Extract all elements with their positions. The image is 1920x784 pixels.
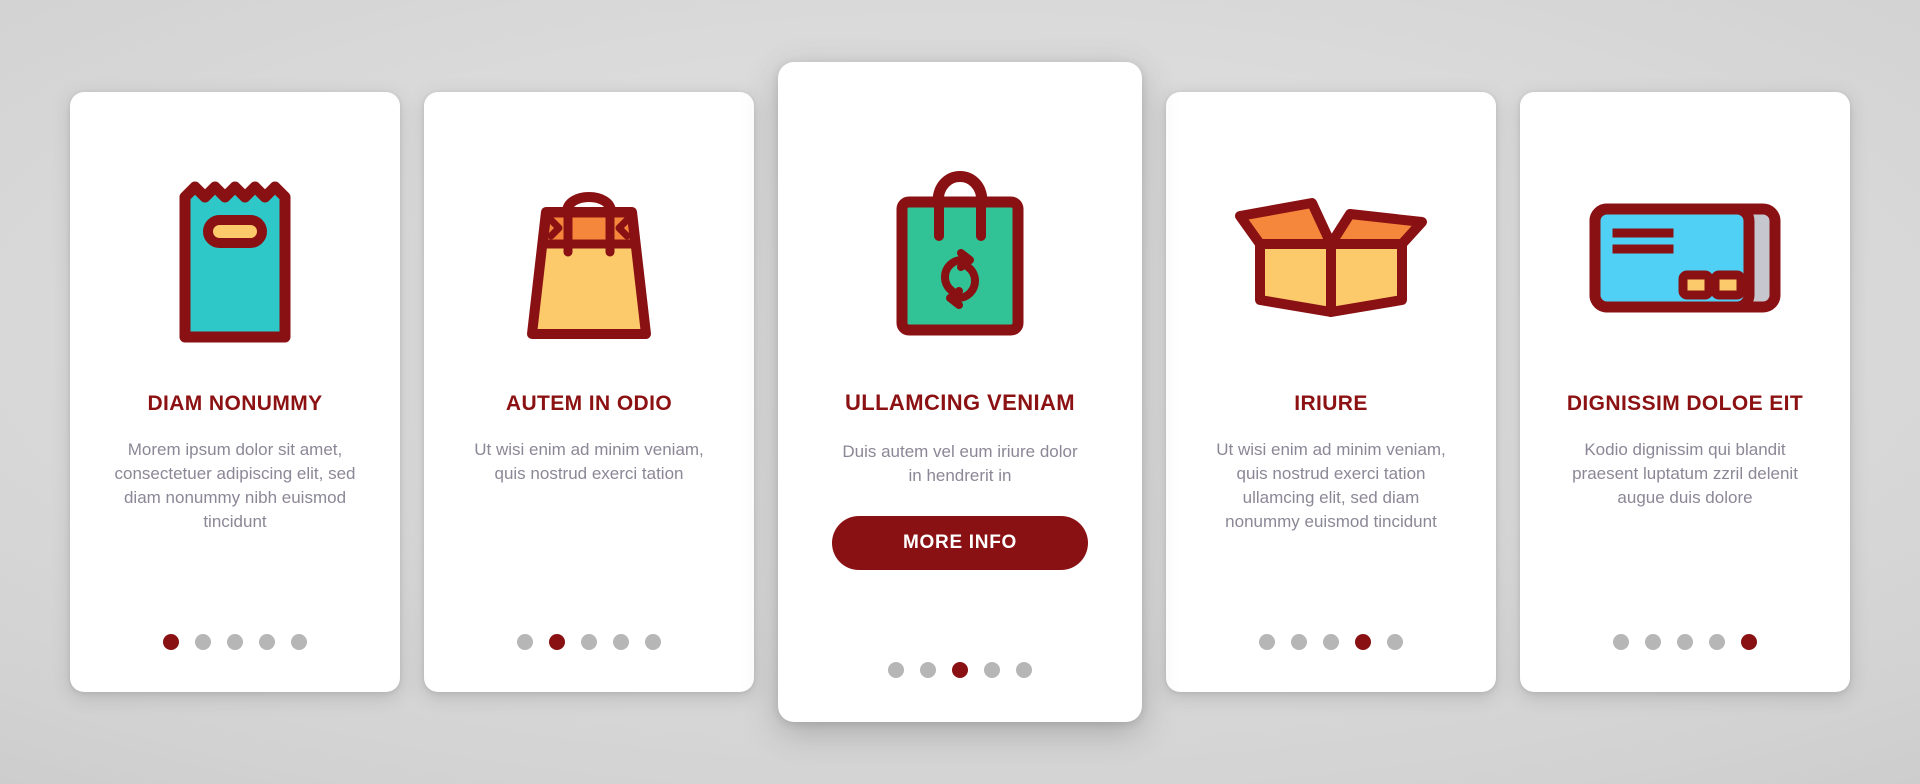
card-icon-container: [802, 114, 1118, 376]
pagination-dot-4[interactable]: [259, 634, 275, 650]
pagination-dot-1[interactable]: [1259, 634, 1275, 650]
card-title: AUTEM IN ODIO: [505, 392, 673, 415]
pagination-dot-5[interactable]: [1741, 634, 1757, 650]
card-description: Ut wisi enim ad minim veniam, quis nostr…: [1216, 440, 1446, 532]
pagination-dots[interactable]: [1520, 634, 1850, 650]
card-icon-container: [92, 138, 378, 378]
pagination-dot-1[interactable]: [163, 634, 179, 650]
onboarding-card-iriure[interactable]: IRIURE Ut wisi enim ad minim veniam, qui…: [1166, 92, 1496, 692]
pagination-dot-5[interactable]: [291, 634, 307, 650]
card-title: ULLAMCING VENIAM: [844, 390, 1076, 415]
card-icon-container: [1542, 138, 1828, 378]
pagination-dot-2[interactable]: [195, 634, 211, 650]
pagination-dots[interactable]: [424, 634, 754, 650]
onboarding-card-diam-nonummy[interactable]: DIAM NONUMMY Morem ipsum dolor sit amet,…: [70, 92, 400, 692]
card-title: DIGNISSIM DOLOE EIT: [1566, 392, 1804, 415]
pagination-dot-5[interactable]: [1016, 662, 1032, 678]
card-description: Kodio dignissim qui blandit praesent lup…: [1572, 440, 1798, 508]
pagination-dot-3[interactable]: [1677, 634, 1693, 650]
recycle-bag-icon: [896, 171, 1024, 336]
pagination-dot-2[interactable]: [549, 634, 565, 650]
pagination-dot-1[interactable]: [1613, 634, 1629, 650]
open-box-icon: [1235, 198, 1427, 317]
pagination-dot-4[interactable]: [1709, 634, 1725, 650]
onboarding-card-ullamcing-veniam[interactable]: ULLAMCING VENIAM Duis autem vel eum iriu…: [778, 62, 1142, 722]
pagination-dot-5[interactable]: [1387, 634, 1403, 650]
card-description: Morem ipsum dolor sit amet, consectetuer…: [114, 440, 356, 532]
shopping-bag-icon: [527, 192, 651, 339]
pagination-dot-2[interactable]: [920, 662, 936, 678]
card-description: Duis autem vel eum iriure dolor in hendr…: [842, 442, 1078, 486]
card-icon-container: [1188, 138, 1474, 378]
onboarding-card-row: DIAM NONUMMY Morem ipsum dolor sit amet,…: [0, 0, 1920, 784]
card-title: DIAM NONUMMY: [147, 392, 323, 415]
pagination-dot-1[interactable]: [888, 662, 904, 678]
more-info-button[interactable]: MORE INFO: [832, 516, 1088, 571]
pagination-dot-4[interactable]: [984, 662, 1000, 678]
pagination-dots[interactable]: [778, 662, 1142, 678]
paper-bag-icon: [179, 181, 291, 342]
pagination-dot-3[interactable]: [227, 634, 243, 650]
card-title: IRIURE: [1294, 392, 1368, 415]
pagination-dot-3[interactable]: [952, 662, 968, 678]
pagination-dot-1[interactable]: [517, 634, 533, 650]
onboarding-card-autem-in-odio[interactable]: AUTEM IN ODIO Ut wisi enim ad minim veni…: [424, 92, 754, 692]
card-description: Ut wisi enim ad minim veniam, quis nostr…: [474, 440, 704, 484]
pagination-dot-3[interactable]: [581, 634, 597, 650]
onboarding-card-dignissim-doloe-eit[interactable]: DIGNISSIM DOLOE EIT Kodio dignissim qui …: [1520, 92, 1850, 692]
credit-card-icon: [1589, 203, 1781, 313]
pagination-dots[interactable]: [70, 634, 400, 650]
card-icon-container: [446, 138, 732, 378]
pagination-dot-5[interactable]: [645, 634, 661, 650]
pagination-dot-2[interactable]: [1645, 634, 1661, 650]
pagination-dot-4[interactable]: [613, 634, 629, 650]
pagination-dot-3[interactable]: [1323, 634, 1339, 650]
pagination-dot-2[interactable]: [1291, 634, 1307, 650]
pagination-dots[interactable]: [1166, 634, 1496, 650]
pagination-dot-4[interactable]: [1355, 634, 1371, 650]
